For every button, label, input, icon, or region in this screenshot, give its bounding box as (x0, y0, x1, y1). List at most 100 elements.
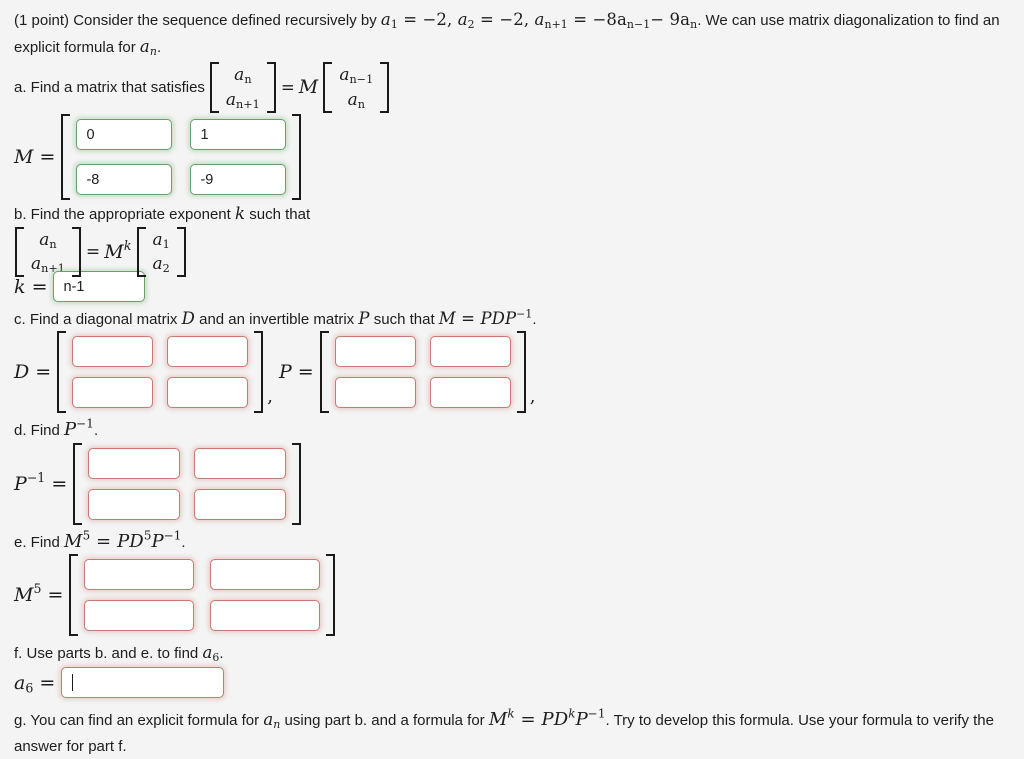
part-a-rhs-vector: an−1 an (323, 62, 390, 114)
matrix-p-inverse-input-r2c2[interactable] (194, 488, 287, 520)
part-e-label: e. Find (14, 533, 60, 551)
part-g-text-1: g. You can find an explicit formula for (14, 712, 260, 730)
part-b-equation-row: an an+1 = Mk a1 a2 (14, 227, 1010, 278)
matrix-m-input-grid: 0 1 -8 -9 (61, 114, 302, 201)
part-c-equation: M = PDP−1 (438, 307, 533, 329)
part-b-label-row: b. Find the appropriate exponent k such … (14, 204, 1010, 224)
part-c-D-symbol: D (181, 309, 195, 329)
matrix-m5-row: M5 = (14, 554, 1010, 637)
matrix-m-input-r2c1[interactable]: -8 (76, 164, 173, 196)
bracket-right-icon (71, 227, 81, 278)
k-label: k = (14, 275, 48, 298)
an1-subscript: n+1 (544, 18, 568, 32)
part-a-lhs-vector: an an+1 (209, 62, 276, 114)
bracket-left-icon (136, 227, 146, 278)
an-symbol: an (140, 37, 157, 58)
part-e: e. Find M5 = PD5P−1. M5 = (14, 530, 1010, 637)
part-d-label-row: d. Find P−1. (14, 416, 1010, 441)
matrix-m-input-r1c2[interactable]: 1 (190, 119, 287, 151)
bracket-right-icon (176, 227, 186, 278)
matrix-d-input-r1c1[interactable] (72, 336, 154, 368)
part-b-lhs-top: an (39, 230, 57, 252)
part-a-prompt-row: a. Find a matrix that satisfies an an+1 … (14, 62, 1010, 114)
part-a-lhs-bot: an+1 (225, 89, 260, 111)
part-b-m-power: Mk (104, 238, 132, 264)
matrix-p-input-r1c2[interactable] (429, 336, 511, 368)
a1-symbol: a (380, 10, 391, 29)
part-b-label: b. Find the appropriate exponent (14, 206, 231, 224)
matrix-p-inverse-input-r1c1[interactable] (88, 447, 181, 479)
matrix-p-inverse-label: P−1 = (14, 470, 68, 495)
matrix-m5-input-r2c1[interactable] (84, 600, 195, 632)
matrix-p-input-r2c1[interactable] (334, 377, 416, 409)
a2-value: = −2, (480, 10, 530, 29)
part-f-a6-symbol: a6 (202, 643, 220, 665)
part-b-k-symbol: k (235, 204, 246, 224)
bracket-left-icon (209, 62, 219, 114)
intro-text-1: Consider the sequence defined recursivel… (73, 12, 377, 29)
bracket-right-icon (380, 62, 390, 114)
part-c-label-2: and an invertible matrix (199, 311, 355, 329)
part-c-label-1: c. Find a diagonal matrix (14, 311, 178, 329)
matrix-trailing-comma: , (529, 386, 536, 408)
part-f-label: f. Use parts b. and e. to find (14, 645, 199, 663)
matrix-p-input-grid (319, 331, 526, 414)
part-e-label-row: e. Find M5 = PD5P−1. (14, 530, 1010, 553)
part-g-text-2: using part b. and a formula for (284, 712, 485, 730)
part-d: d. Find P−1. P−1 = (14, 416, 1010, 525)
recurrence-rhs-2: − 9a (650, 10, 691, 29)
matrix-p-inverse-input-r1c2[interactable] (194, 447, 287, 479)
matrix-m5-input-r1c2[interactable] (210, 559, 321, 591)
a1-subscript: 1 (390, 18, 398, 32)
a2-subscript: 2 (467, 18, 475, 32)
part-a-m-symbol: M (298, 76, 319, 99)
part-a-equals: = (280, 77, 295, 97)
part-b-equals: = (85, 242, 101, 263)
intro-period: . (156, 38, 162, 56)
bracket-left-icon (61, 114, 71, 201)
matrix-d-input-r1c2[interactable] (167, 336, 249, 368)
part-b-rhs-bot: a2 (152, 254, 170, 276)
part-d-p-inverse-symbol: P−1 (64, 416, 94, 441)
matrix-p-input-r2c2[interactable] (429, 377, 511, 409)
recurrence-rhs-1-sub: n−1 (626, 18, 651, 32)
bracket-right-icon (326, 554, 336, 637)
bracket-right-icon (292, 442, 302, 525)
part-c: c. Find a diagonal matrix D and an inver… (14, 309, 1010, 414)
part-f: f. Use parts b. and e. to find a6. a6 = (14, 643, 1010, 699)
part-b-rhs-vector: a1 a2 (136, 227, 186, 278)
matrix-d-input-r2c2[interactable] (167, 377, 249, 409)
part-c-label-row: c. Find a diagonal matrix D and an inver… (14, 309, 1010, 329)
part-f-answer-row: a6 = (14, 667, 1010, 699)
bracket-right-icon (266, 62, 276, 114)
matrix-p-inverse-input-grid (73, 442, 302, 525)
matrix-m-input-r1c1[interactable]: 0 (76, 119, 173, 151)
matrix-p-inverse-input-r2c1[interactable] (88, 488, 181, 520)
bracket-left-icon (323, 62, 333, 114)
k-input[interactable]: n-1 (53, 271, 146, 303)
matrix-d-input-r2c1[interactable] (72, 377, 154, 409)
matrix-m-input-r2c2[interactable]: -9 (190, 164, 287, 196)
part-a: a. Find a matrix that satisfies an an+1 … (14, 62, 1010, 201)
bracket-left-icon (15, 227, 24, 278)
matrix-m5-label: M5 = (14, 581, 64, 607)
part-d-label-end: . (93, 422, 99, 440)
matrix-p-inverse-row: P−1 = (14, 442, 1010, 525)
bracket-left-icon (319, 331, 329, 414)
part-c-label-end: . (532, 311, 537, 329)
problem-statement: (1 point) Consider the sequence defined … (14, 7, 1010, 60)
recurrence-definition: a1 = −2, a2 = −2, an+1 = −8an−1− 9an (380, 10, 697, 32)
bracket-right-icon (292, 114, 302, 201)
matrix-m5-input-r1c1[interactable] (84, 559, 195, 591)
a6-label: a6 = (14, 671, 56, 696)
an-subscript: n (149, 44, 157, 58)
part-e-label-end: . (181, 533, 186, 551)
part-a-rhs-top: an−1 (339, 65, 374, 87)
part-a-label: a. Find a matrix that satisfies (14, 78, 205, 96)
matrix-p-input-r1c1[interactable] (334, 336, 416, 368)
a6-input[interactable] (61, 667, 225, 699)
recurrence-rhs-1: = −8a (573, 10, 627, 29)
matrix-d-input-grid (57, 331, 264, 414)
matrix-m5-input-r2c2[interactable] (210, 600, 321, 632)
part-g: g. You can find an explicit formula for … (14, 705, 1010, 758)
